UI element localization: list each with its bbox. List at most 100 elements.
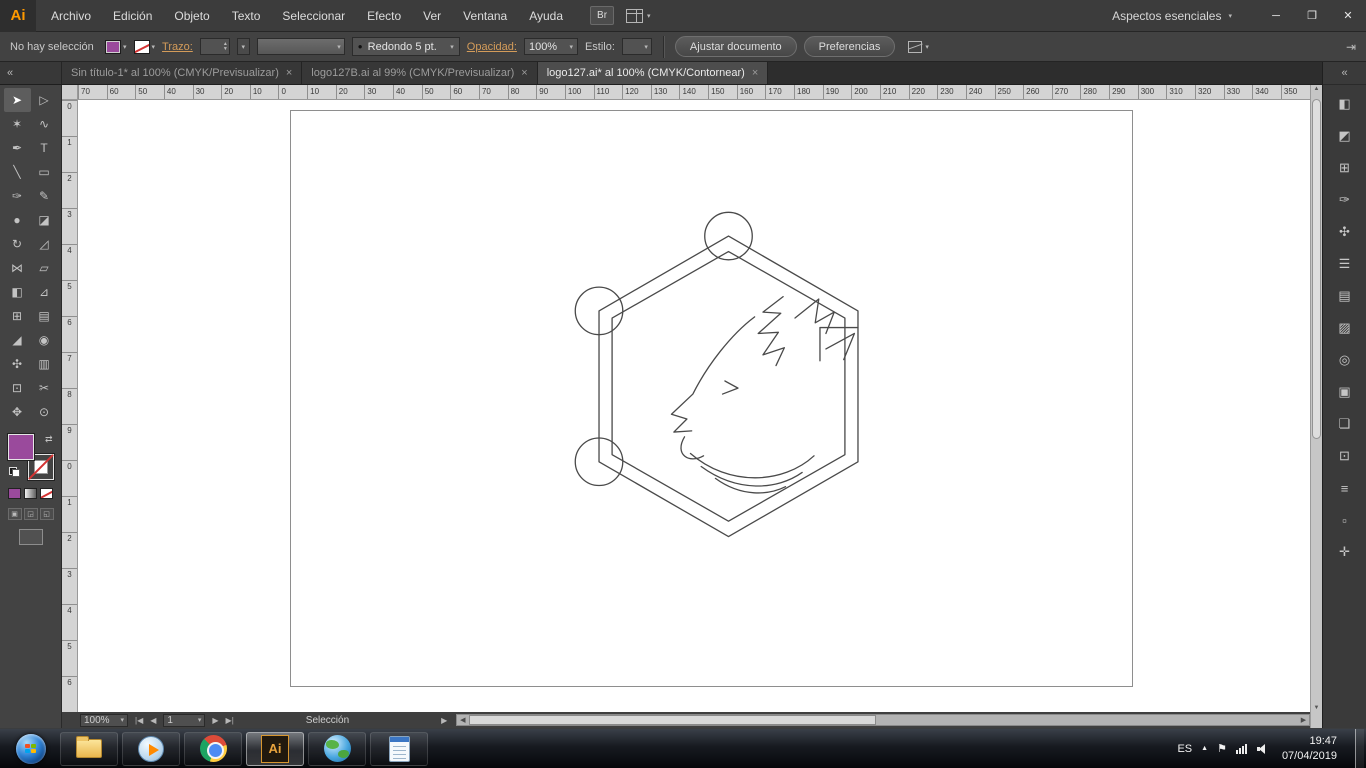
eyedropper-tool[interactable]: ◢ bbox=[4, 328, 31, 352]
taskbar-gis-globe-item[interactable] bbox=[308, 731, 366, 766]
previous-artboard-button[interactable]: ◀ bbox=[150, 716, 156, 725]
type-tool[interactable]: T bbox=[31, 136, 58, 160]
width-profile-dropdown[interactable]: ▾ bbox=[256, 38, 345, 55]
pencil-tool[interactable]: ✎ bbox=[31, 184, 58, 208]
arrange-documents-button[interactable]: ▾ bbox=[626, 8, 651, 23]
column-graph-tool[interactable]: ▥ bbox=[31, 352, 58, 376]
taskbar-media-player-item[interactable] bbox=[122, 731, 180, 766]
tab-close-icon[interactable]: × bbox=[286, 67, 292, 79]
vertical-scrollbar[interactable]: ▲ ▼ bbox=[1310, 85, 1322, 712]
workspace-switcher[interactable]: Aspectos esenciales ▾ bbox=[1112, 9, 1232, 23]
width-tool[interactable]: ⋈ bbox=[4, 256, 31, 280]
ruler-origin-corner[interactable] bbox=[62, 85, 78, 100]
symbol-sprayer-tool[interactable]: ✣ bbox=[4, 352, 31, 376]
menu-ayuda[interactable]: Ayuda bbox=[518, 0, 574, 32]
gradient-button[interactable] bbox=[24, 488, 37, 499]
scroll-right-icon[interactable]: ▶ bbox=[1298, 716, 1309, 724]
scroll-left-icon[interactable]: ◀ bbox=[457, 716, 468, 724]
vertical-scrollbar-thumb[interactable] bbox=[1312, 99, 1321, 439]
opacity-label[interactable]: Opacidad: bbox=[467, 41, 517, 53]
action-center-icon[interactable]: ⚑ bbox=[1217, 742, 1227, 755]
horizontal-ruler[interactable]: 70 60 50 40 30 20 10 0 10 20 30 40 50 60 70 80 90 100 110 1… bbox=[78, 85, 1310, 100]
gradient-tool[interactable]: ▤ bbox=[31, 304, 58, 328]
next-artboard-button[interactable]: ▶ bbox=[212, 716, 218, 725]
horizontal-scrollbar[interactable]: ◀ ▶ bbox=[456, 714, 1310, 726]
line-segment-tool[interactable]: ╲ bbox=[4, 160, 31, 184]
brushes-panel-button[interactable]: ✑ bbox=[1330, 187, 1360, 213]
eraser-tool[interactable]: ◪ bbox=[31, 208, 58, 232]
document-tab-2[interactable]: logo127B.ai al 99% (CMYK/Previsualizar) × bbox=[302, 62, 538, 84]
rectangle-tool[interactable]: ▭ bbox=[31, 160, 58, 184]
swap-fill-stroke-icon[interactable]: ⇄ bbox=[45, 435, 53, 444]
last-artboard-button[interactable]: ▶| bbox=[226, 716, 234, 725]
color-button[interactable] bbox=[8, 488, 21, 499]
graphic-styles-panel-button[interactable]: ▣ bbox=[1330, 379, 1360, 405]
stroke-color-control[interactable]: ▾ bbox=[133, 39, 155, 54]
transparency-panel-button[interactable]: ▨ bbox=[1330, 315, 1360, 341]
layers-panel-button[interactable]: ❏ bbox=[1330, 411, 1360, 437]
lasso-tool[interactable]: ∿ bbox=[31, 112, 58, 136]
close-button[interactable]: ✕ bbox=[1330, 3, 1366, 29]
menu-edicion[interactable]: Edición bbox=[102, 0, 163, 32]
pen-tool[interactable]: ✒ bbox=[4, 136, 31, 160]
stroke-color-swatch[interactable] bbox=[133, 39, 150, 54]
align-panel-button[interactable]: ≡ bbox=[1330, 475, 1360, 501]
horizontal-scrollbar-thumb[interactable] bbox=[469, 715, 876, 725]
draw-behind-button[interactable]: ◲ bbox=[23, 508, 38, 520]
pathfinder-panel-button[interactable]: ▫ bbox=[1330, 507, 1360, 533]
horizontal-scrollbar-track[interactable] bbox=[468, 715, 1298, 725]
free-transform-tool[interactable]: ▱ bbox=[31, 256, 58, 280]
zoom-dropdown[interactable]: 100% ▾ bbox=[80, 713, 128, 727]
network-icon[interactable] bbox=[1235, 743, 1248, 754]
status-flyout-icon[interactable]: ▶ bbox=[441, 716, 447, 725]
selection-tool[interactable]: ➤ bbox=[3, 88, 31, 112]
language-indicator[interactable]: ES bbox=[1177, 743, 1192, 755]
menu-ver[interactable]: Ver bbox=[412, 0, 452, 32]
scroll-up-icon[interactable]: ▲ bbox=[1311, 86, 1322, 92]
stroke-panel-button[interactable]: ☰ bbox=[1330, 251, 1360, 277]
menu-seleccionar[interactable]: Seleccionar bbox=[271, 0, 356, 32]
opacity-dropdown[interactable]: 100% ▾ bbox=[523, 38, 578, 55]
color-guide-panel-button[interactable]: ◩ bbox=[1330, 123, 1360, 149]
taskbar-chrome-item[interactable] bbox=[184, 731, 242, 766]
hidden-icons-arrow[interactable]: ▲ bbox=[1201, 745, 1208, 752]
perspective-grid-tool[interactable]: ⊿ bbox=[31, 280, 58, 304]
color-panel-button[interactable]: ◧ bbox=[1330, 91, 1360, 117]
brush-dropdown[interactable]: ● Redondo 5 pt. ▾ bbox=[351, 37, 460, 56]
appearance-panel-button[interactable]: ◎ bbox=[1330, 347, 1360, 373]
select-similar-control[interactable]: ▾ bbox=[908, 40, 929, 53]
show-desktop-button[interactable] bbox=[1355, 728, 1364, 768]
none-button[interactable] bbox=[40, 488, 53, 499]
menu-objeto[interactable]: Objeto bbox=[163, 0, 220, 32]
default-fill-stroke-icon[interactable] bbox=[8, 467, 20, 477]
clock[interactable]: 19:47 07/04/2019 bbox=[1282, 734, 1337, 763]
document-tab-3[interactable]: logo127.ai* al 100% (CMYK/Contornear) × bbox=[537, 62, 769, 84]
fit-document-button[interactable]: Ajustar documento bbox=[674, 36, 797, 57]
symbols-panel-button[interactable]: ✣ bbox=[1330, 219, 1360, 245]
menu-archivo[interactable]: Archivo bbox=[40, 0, 102, 32]
stroke-weight-stepper[interactable]: ▲ ▼ bbox=[199, 38, 230, 55]
shape-builder-tool[interactable]: ◧ bbox=[4, 280, 31, 304]
document-tab-1[interactable]: Sin título-1* al 100% (CMYK/Previsualiza… bbox=[62, 62, 303, 84]
logo-artwork[interactable] bbox=[550, 204, 907, 596]
rotate-tool[interactable]: ↻ bbox=[4, 232, 31, 256]
taskbar-start-button[interactable] bbox=[6, 732, 56, 766]
first-artboard-button[interactable]: |◀ bbox=[135, 716, 143, 725]
bridge-button[interactable]: Br bbox=[590, 6, 615, 25]
preferences-button[interactable]: Preferencias bbox=[803, 36, 896, 57]
tab-close-icon[interactable]: × bbox=[521, 67, 527, 79]
direct-selection-tool[interactable]: ▷ bbox=[31, 88, 58, 112]
fill-well[interactable] bbox=[7, 434, 34, 460]
screen-mode-button[interactable] bbox=[18, 529, 43, 545]
transform-panel-button[interactable]: ✛ bbox=[1330, 539, 1360, 565]
taskbar-explorer-item[interactable] bbox=[60, 731, 118, 766]
minimize-button[interactable]: ─ bbox=[1258, 3, 1294, 29]
magic-wand-tool[interactable]: ✶ bbox=[4, 112, 31, 136]
app-logo[interactable]: Ai bbox=[0, 0, 36, 32]
tab-close-icon[interactable]: × bbox=[752, 67, 758, 79]
menu-texto[interactable]: Texto bbox=[221, 0, 272, 32]
control-panel-collapse-icon[interactable]: ⇥ bbox=[1346, 40, 1356, 54]
artboard-tool[interactable]: ⊡ bbox=[4, 376, 31, 400]
dock-expand-button[interactable]: « bbox=[1323, 62, 1366, 85]
artboard-number-field[interactable]: 1 ▾ bbox=[163, 713, 206, 727]
